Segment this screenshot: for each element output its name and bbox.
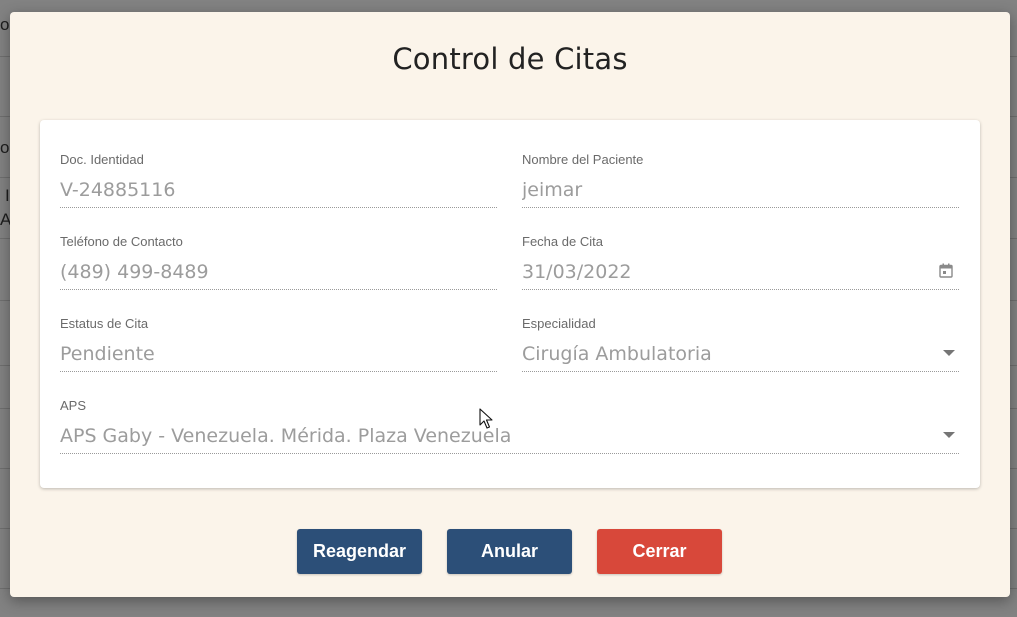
appointment-dialog: Control de Citas Doc. Identidad V-248851… [10, 12, 1010, 597]
aps-field[interactable]: APS APS Gaby - Venezuela. Mérida. Plaza … [60, 398, 959, 454]
especialidad-label: Especialidad [522, 316, 596, 331]
chevron-down-icon[interactable] [943, 350, 955, 356]
doc-identidad-field[interactable]: Doc. Identidad V-24885116 [60, 152, 497, 208]
chevron-down-icon[interactable] [943, 432, 955, 438]
background-text: o [0, 15, 10, 34]
nombre-paciente-value: jeimar [522, 179, 583, 201]
fecha-cita-field[interactable]: Fecha de Cita 31/03/2022 [522, 234, 959, 290]
aps-select[interactable]: APS Gaby - Venezuela. Mérida. Plaza Vene… [60, 425, 959, 454]
telefono-input[interactable]: (489) 499-8489 [60, 261, 497, 290]
fecha-cita-value: 31/03/2022 [522, 261, 632, 283]
nombre-paciente-field[interactable]: Nombre del Paciente jeimar [522, 152, 959, 208]
doc-identidad-input[interactable]: V-24885116 [60, 179, 497, 208]
reagendar-button[interactable]: Reagendar [297, 529, 422, 574]
estatus-input[interactable]: Pendiente [60, 343, 497, 372]
mouse-cursor-icon [479, 408, 493, 429]
estatus-label: Estatus de Cita [60, 316, 149, 331]
especialidad-field[interactable]: Especialidad Cirugía Ambulatoria [522, 316, 959, 372]
especialidad-select[interactable]: Cirugía Ambulatoria [522, 343, 959, 372]
form-card: Doc. Identidad V-24885116 Nombre del Pac… [40, 120, 980, 488]
fecha-cita-input[interactable]: 31/03/2022 [522, 261, 959, 290]
especialidad-value: Cirugía Ambulatoria [522, 343, 712, 365]
estatus-value: Pendiente [60, 343, 155, 365]
calendar-icon[interactable] [939, 263, 953, 278]
cerrar-button[interactable]: Cerrar [597, 529, 722, 574]
doc-identidad-label: Doc. Identidad [60, 152, 144, 167]
aps-label: APS [60, 398, 87, 413]
aps-value: APS Gaby - Venezuela. Mérida. Plaza Vene… [60, 425, 512, 447]
dialog-title: Control de Citas [392, 42, 628, 76]
telefono-value: (489) 499-8489 [60, 261, 209, 283]
fecha-cita-label: Fecha de Cita [522, 234, 603, 249]
nombre-paciente-label: Nombre del Paciente [522, 152, 644, 167]
telefono-field[interactable]: Teléfono de Contacto (489) 499-8489 [60, 234, 497, 290]
nombre-paciente-input[interactable]: jeimar [522, 179, 959, 208]
anular-button[interactable]: Anular [447, 529, 572, 574]
telefono-label: Teléfono de Contacto [60, 234, 183, 249]
doc-identidad-value: V-24885116 [60, 179, 176, 201]
background-text: o [0, 138, 10, 157]
estatus-field[interactable]: Estatus de Cita Pendiente [60, 316, 497, 372]
